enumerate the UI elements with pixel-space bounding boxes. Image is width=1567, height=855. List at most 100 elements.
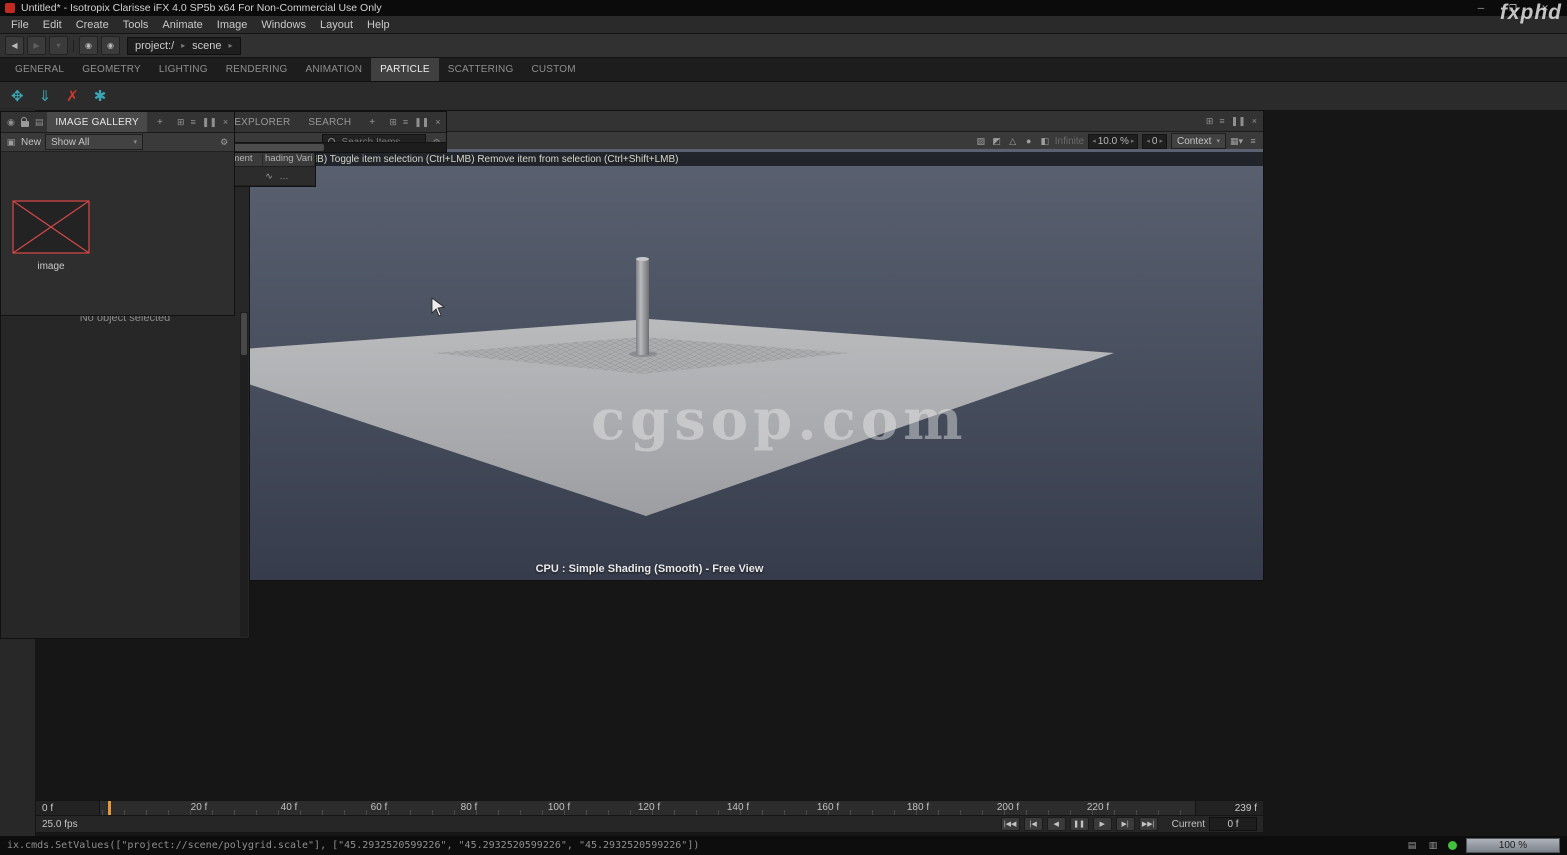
- tab-search[interactable]: SEARCH: [300, 112, 359, 132]
- layout-split-icon[interactable]: ❚❚: [412, 112, 431, 132]
- timeline-ruler[interactable]: 0 f 20 f 40 f 60 f 80 f 100 f 120 f 140 …: [35, 800, 1264, 816]
- tick-label: 140 f: [726, 802, 750, 813]
- app-icon: [5, 3, 15, 13]
- panel-anchor-icon[interactable]: ◉: [5, 112, 17, 132]
- menu-edit[interactable]: Edit: [36, 18, 69, 32]
- variables-link-icon[interactable]: ∿: [263, 169, 275, 183]
- tab-custom[interactable]: CUSTOM: [522, 58, 584, 81]
- cylinder-object[interactable]: [636, 259, 649, 355]
- play-backward-button[interactable]: ◀: [1046, 817, 1066, 831]
- new-image-button[interactable]: New: [21, 137, 41, 148]
- menu-file[interactable]: File: [4, 18, 36, 32]
- home-button[interactable]: ◉: [101, 36, 120, 55]
- tab-rendering[interactable]: RENDERING: [217, 58, 297, 81]
- console-icon[interactable]: ▥: [1427, 839, 1439, 853]
- breadcrumb[interactable]: project:/ ▸ scene ▸: [127, 36, 241, 55]
- layout-split-icon[interactable]: ❚❚: [1229, 111, 1248, 131]
- more-options-icon[interactable]: …: [278, 169, 290, 183]
- menu-tools[interactable]: Tools: [116, 18, 156, 32]
- panel-lock-icon[interactable]: [19, 112, 31, 132]
- particle-delete-tool-icon[interactable]: ✗: [66, 87, 79, 105]
- tick-label: 120 f: [637, 802, 661, 813]
- layout-rows-icon[interactable]: ≡: [401, 112, 410, 132]
- tab-particle[interactable]: PARTICLE: [371, 58, 439, 81]
- tick-label: 80 f: [460, 802, 478, 813]
- history-forward-button[interactable]: ▶: [27, 36, 46, 55]
- start-frame-box[interactable]: 0 f: [36, 801, 100, 815]
- tick-label: 200 f: [996, 802, 1020, 813]
- layout-grid-icon[interactable]: ⊞: [175, 112, 187, 132]
- current-frame-label: Current: [1171, 818, 1205, 830]
- image-gallery-body: image: [1, 152, 235, 315]
- goto-end-button[interactable]: ▶▶|: [1138, 817, 1158, 831]
- tab-lighting[interactable]: LIGHTING: [150, 58, 217, 81]
- current-frame-marker[interactable]: [108, 801, 111, 815]
- play-button[interactable]: ▶: [1092, 817, 1112, 831]
- menu-help[interactable]: Help: [360, 18, 397, 32]
- history-back-button[interactable]: ◀: [5, 36, 24, 55]
- pause-button[interactable]: ❚❚: [1069, 817, 1089, 831]
- menu-create[interactable]: Create: [69, 18, 116, 32]
- breadcrumb-scene[interactable]: scene: [192, 40, 221, 52]
- chevron-right-icon: ▸: [181, 41, 186, 50]
- tab-animation[interactable]: ANIMATION: [297, 58, 372, 81]
- tab-image-gallery[interactable]: IMAGE GALLERY: [47, 112, 147, 132]
- goto-start-button[interactable]: |◀◀: [1000, 817, 1020, 831]
- context-grid-icon[interactable]: ▦▾: [1230, 134, 1243, 148]
- tab-explorer[interactable]: EXPLORER: [226, 112, 298, 132]
- col-shading-variables[interactable]: hading Vari: [263, 152, 316, 166]
- particle-scatter-tool-icon[interactable]: ✱: [94, 87, 107, 105]
- show-filter-dropdown[interactable]: Show All ▾: [45, 134, 144, 150]
- layout-grid-icon[interactable]: ⊞: [1204, 111, 1216, 131]
- gallery-settings-icon[interactable]: ⚙: [218, 135, 230, 149]
- history-dropdown-button[interactable]: ▾: [49, 36, 68, 55]
- close-panel-icon[interactable]: ×: [221, 112, 230, 132]
- tick-label: 20 f: [190, 802, 208, 813]
- end-frame-box[interactable]: 239 f: [1195, 801, 1263, 815]
- tick-label: 160 f: [816, 802, 840, 813]
- panel-stats-icon[interactable]: ▤: [33, 112, 46, 132]
- layout-grid-icon[interactable]: ⊞: [387, 112, 399, 132]
- layout-rows-icon[interactable]: ≡: [189, 112, 198, 132]
- step-forward-button[interactable]: ▶|: [1115, 817, 1135, 831]
- menu-image[interactable]: Image: [210, 18, 255, 32]
- particle-move-tool-icon[interactable]: ✥: [11, 87, 24, 105]
- warning-icon[interactable]: △: [1007, 134, 1019, 148]
- window-title: Untitled* - Isotropix Clarisse iFX 4.0 S…: [21, 2, 382, 14]
- tab-general[interactable]: GENERAL: [6, 58, 73, 81]
- breadcrumb-project[interactable]: project:/: [135, 40, 174, 52]
- gamut-icon[interactable]: ◩: [991, 134, 1003, 148]
- tab-scattering[interactable]: SCATTERING: [439, 58, 523, 81]
- viewport-menu-icon[interactable]: ≡: [1247, 134, 1259, 148]
- menu-animate[interactable]: Animate: [155, 18, 209, 32]
- split-view-icon[interactable]: ◧: [1039, 134, 1051, 148]
- menu-windows[interactable]: Windows: [254, 18, 313, 32]
- gallery-item-image[interactable]: image: [11, 200, 91, 272]
- layout-split-icon[interactable]: ❚❚: [200, 112, 219, 132]
- close-panel-icon[interactable]: ×: [433, 112, 442, 132]
- attribute-editor-body: No object selected: [1, 312, 249, 638]
- texture-icon[interactable]: ▨: [975, 134, 987, 148]
- current-frame-value[interactable]: 0 f: [1209, 817, 1257, 831]
- context-dropdown[interactable]: Context ▾: [1170, 133, 1226, 149]
- log-icon[interactable]: ▤: [1406, 839, 1418, 853]
- close-panel-icon[interactable]: ×: [1250, 111, 1259, 131]
- fxphd-watermark: fxphd: [1499, 1, 1562, 24]
- add-tab-button[interactable]: +: [361, 112, 383, 132]
- tick-label: 60 f: [370, 802, 388, 813]
- menu-layout[interactable]: Layout: [313, 18, 360, 32]
- cylinder-top: [636, 257, 649, 261]
- minimize-button[interactable]: ─: [1472, 3, 1490, 14]
- infinite-label: Infinite: [1054, 135, 1085, 147]
- subsampling-stepper[interactable]: ◂ 10.0 % ▸: [1088, 133, 1139, 149]
- samples-stepper[interactable]: ◂ 0 ▸: [1142, 133, 1167, 149]
- layout-rows-icon[interactable]: ≡: [1217, 111, 1226, 131]
- particle-import-tool-icon[interactable]: ⇓: [39, 87, 52, 105]
- attribute-scrollbar[interactable]: [239, 312, 248, 637]
- sphere-preview-icon[interactable]: ●: [1023, 134, 1035, 148]
- tab-geometry[interactable]: GEOMETRY: [73, 58, 150, 81]
- reload-button[interactable]: ◉: [79, 36, 98, 55]
- broken-image-thumbnail: [12, 200, 90, 254]
- step-back-button[interactable]: |◀: [1023, 817, 1043, 831]
- add-tab-button[interactable]: +: [149, 112, 171, 132]
